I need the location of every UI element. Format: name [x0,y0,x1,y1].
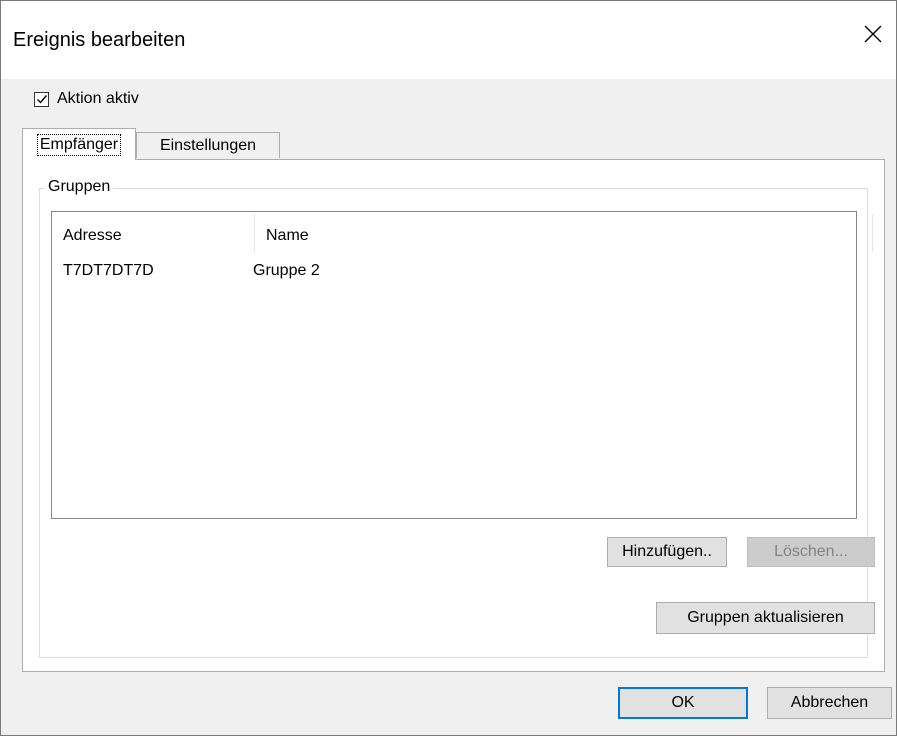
ok-button[interactable]: OK [618,687,748,719]
table-row[interactable]: T7DT7DT7D Gruppe 2 [52,262,856,286]
tab-panel-empfaenger: Gruppen Adresse Name T7DT7DT7D Gruppe 2 … [22,159,885,672]
list-header: Adresse Name [52,212,873,252]
tab-empfaenger[interactable]: Empfänger [22,128,136,160]
column-header-address[interactable]: Adresse [63,227,122,245]
add-group-button[interactable]: Hinzufügen.. [607,537,727,567]
close-icon [864,25,882,48]
column-header-name[interactable]: Name [266,227,309,245]
groups-legend: Gruppen [45,178,114,196]
title-bar: Ereignis bearbeiten [1,1,896,79]
refresh-groups-button[interactable]: Gruppen aktualisieren [656,602,875,634]
action-active-label[interactable]: Aktion aktiv [57,90,139,108]
tab-einstellungen-label: Einstellungen [159,136,257,154]
column-divider[interactable] [872,214,873,252]
dialog-window: Ereignis bearbeiten Aktion aktiv Empfäng… [0,0,897,736]
groups-listview[interactable]: Adresse Name T7DT7DT7D Gruppe 2 [51,211,873,519]
window-title: Ereignis bearbeiten [13,29,186,51]
close-button[interactable] [850,16,896,56]
tab-einstellungen[interactable]: Einstellungen [136,132,280,158]
cell-address: T7DT7DT7D [63,262,154,279]
action-active-checkbox[interactable] [34,91,49,107]
checkmark-icon [36,95,47,104]
cancel-button[interactable]: Abbrechen [767,687,892,719]
action-active-row: Aktion aktiv [34,90,139,108]
column-divider[interactable] [254,214,255,252]
delete-group-button[interactable]: Löschen... [747,537,875,567]
tab-empfaenger-label: Empfänger [36,133,122,156]
groups-groupbox: Gruppen Adresse Name T7DT7DT7D Gruppe 2 … [39,178,875,658]
cell-name: Gruppe 2 [253,262,320,279]
